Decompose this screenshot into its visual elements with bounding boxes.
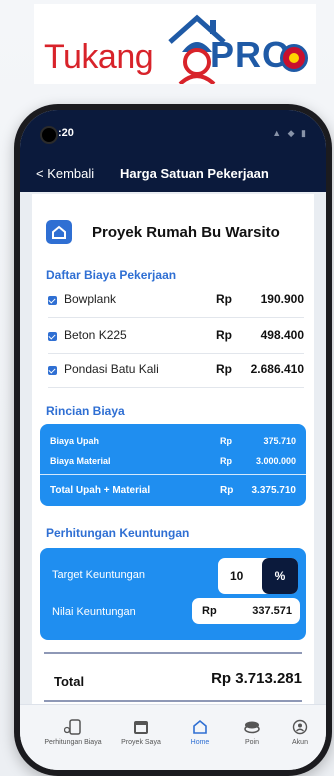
checkbox[interactable] — [48, 332, 57, 341]
nav-label: Proyek Saya — [121, 739, 161, 746]
nilai-value: 337.571 — [252, 605, 292, 617]
total-value: Rp 3.713.281 — [211, 670, 302, 687]
keuntungan-card: Target Keuntungan 10 % Nilai Keuntungan … — [40, 548, 306, 640]
section-title-daftar: Daftar Biaya Pekerjaan — [46, 268, 177, 282]
nav-label: Perhitungan Biaya — [44, 739, 102, 746]
rincian-card: Biaya Upah Rp 375.710 Biaya Material Rp … — [40, 424, 306, 506]
checkbox[interactable] — [48, 296, 57, 305]
status-bar: :20 ▲ ◆ ▮ — [20, 110, 326, 154]
divider — [44, 652, 302, 654]
item-value: 190.900 — [260, 292, 304, 306]
rincian-label: Biaya Material — [50, 456, 111, 466]
list-item[interactable]: Beton K225 Rp 498.400 — [48, 324, 304, 352]
bottom-nav: Perhitungan Biaya Proyek Saya Home Poin … — [20, 704, 326, 770]
nav-akun[interactable]: Akun — [282, 719, 318, 746]
checkbox[interactable] — [48, 366, 57, 375]
system-icons: ▲ ◆ ▮ — [272, 128, 308, 138]
item-name: Pondasi Batu Kali — [64, 362, 159, 376]
calculator-icon — [64, 719, 81, 735]
rincian-total-currency: Rp — [220, 485, 234, 496]
rincian-row: Biaya Upah Rp 375.710 — [50, 436, 296, 446]
item-name: Beton K225 — [64, 328, 127, 342]
nilai-currency: Rp — [202, 605, 217, 617]
rincian-row: Biaya Material Rp 3.000.000 — [50, 456, 296, 466]
rincian-currency: Rp — [220, 436, 232, 446]
divider — [40, 474, 306, 475]
home-icon — [46, 220, 72, 244]
top-navbar: < Kembali Harga Satuan Pekerjaan — [20, 154, 326, 192]
total-label: Total — [54, 674, 85, 689]
page-title: Harga Satuan Pekerjaan — [120, 166, 269, 181]
item-currency: Rp — [216, 292, 232, 306]
rincian-total-row: Total Upah + Material Rp 3.375.710 — [50, 485, 296, 496]
nav-label: Akun — [292, 739, 308, 746]
item-name: Bowplank — [64, 292, 117, 306]
nav-home[interactable]: Home — [180, 719, 220, 746]
nav-poin[interactable]: Poin — [234, 719, 270, 746]
divider — [48, 353, 304, 354]
back-button[interactable]: < Kembali — [36, 166, 94, 181]
project-title: Proyek Rumah Bu Warsito — [92, 224, 280, 241]
brand-logo: Tukang PRO — [34, 4, 316, 84]
nav-label: Home — [190, 739, 210, 746]
nav-label: Poin — [244, 739, 259, 746]
phone-screen: :20 ▲ ◆ ▮ < Kembali Harga Satuan Pekerja… — [20, 110, 326, 770]
item-value: 2.686.410 — [250, 362, 304, 376]
percent-unit-button[interactable]: % — [262, 558, 298, 594]
rincian-label: Biaya Upah — [50, 436, 100, 446]
target-label: Target Keuntungan — [52, 569, 145, 581]
rincian-total-value: 3.375.710 — [251, 485, 297, 496]
rincian-value: 3.000.000 — [255, 456, 296, 466]
nilai-output: Rp 337.571 — [192, 598, 300, 624]
coins-icon — [244, 721, 260, 734]
target-input[interactable]: 10 % — [218, 558, 298, 594]
divider — [48, 317, 304, 318]
logo-badge — [280, 44, 308, 72]
list-item[interactable]: Pondasi Batu Kali Rp 2.686.410 — [48, 358, 304, 386]
main-content: Proyek Rumah Bu Warsito Daftar Biaya Pek… — [32, 194, 314, 696]
divider — [48, 387, 304, 388]
divider — [44, 700, 302, 702]
section-title-rincian: Rincian Biaya — [46, 404, 125, 418]
home-icon — [193, 719, 207, 734]
phone-frame: :20 ▲ ◆ ▮ < Kembali Harga Satuan Pekerja… — [14, 104, 332, 776]
nav-perhitungan-biaya[interactable]: Perhitungan Biaya — [40, 719, 106, 746]
rincian-value: 375.710 — [263, 436, 296, 446]
target-value: 10 — [230, 569, 244, 583]
item-value: 498.400 — [260, 328, 304, 342]
nav-proyek-saya[interactable]: Proyek Saya — [116, 719, 166, 746]
item-currency: Rp — [216, 362, 232, 376]
user-icon — [292, 719, 308, 735]
item-currency: Rp — [216, 328, 232, 342]
logo-text-pro: PRO — [210, 34, 292, 75]
section-title-keuntungan: Perhitungan Keuntungan — [46, 526, 190, 540]
list-item[interactable]: Bowplank Rp 190.900 — [48, 288, 304, 316]
rincian-currency: Rp — [220, 456, 232, 466]
camera-icon — [40, 126, 58, 144]
calendar-icon — [134, 721, 148, 734]
nilai-label: Nilai Keuntungan — [52, 606, 136, 618]
rincian-total-label: Total Upah + Material — [50, 485, 151, 496]
logo-text-tukang: Tukang — [44, 38, 154, 76]
status-time: :20 — [58, 127, 74, 139]
total-section: Total Rp 3.713.281 — [32, 650, 314, 704]
